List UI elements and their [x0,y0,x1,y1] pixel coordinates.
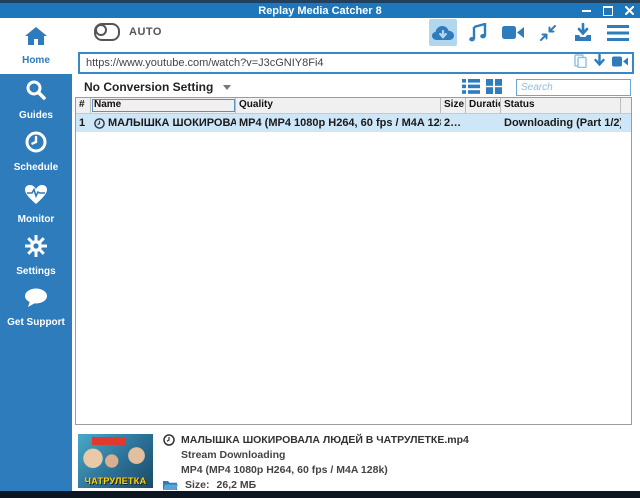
sidebar-item-settings[interactable]: Settings [0,230,72,282]
title-bar: Replay Media Catcher 8 [0,3,640,18]
grid-view-icon[interactable] [486,79,502,99]
paste-icon[interactable] [574,53,587,73]
clock-icon [163,433,175,446]
shrink-icon[interactable] [534,19,562,46]
sidebar-item-schedule[interactable]: Schedule [0,126,72,178]
sidebar-item-home[interactable]: Home [0,18,72,74]
table-row[interactable]: 1 МАЛЫШКА ШОКИРОВА… MP4 (MP4 1080p H264,… [76,114,631,132]
menu-icon[interactable] [604,19,632,46]
download-device-icon[interactable] [569,19,597,46]
conversion-setting-dropdown[interactable]: No Conversion Setting [84,80,232,94]
sidebar-item-label: Get Support [7,317,65,328]
window-title: Replay Media Catcher 8 [258,4,382,17]
window-frame-bottom [0,491,640,498]
gear-icon [25,235,47,262]
maximize-icon[interactable] [603,5,613,16]
column-header-status[interactable]: Status [501,98,621,113]
table-header: # Name Quality Size Duration Status [76,98,631,114]
column-header-num[interactable]: # [76,98,91,113]
video-camera-icon[interactable] [612,54,628,72]
clock-icon [94,117,105,129]
cloud-download-icon[interactable] [429,19,457,46]
folder-icon[interactable] [163,479,178,491]
row-status: Downloading (Part 1/2) [504,117,621,129]
sidebar-item-label: Schedule [13,162,59,173]
sidebar-item-monitor[interactable]: Monitor [0,178,72,230]
row-number: 1 [79,117,86,129]
sidebar: Home Guides Schedule Monitor Settings Ge… [0,18,72,491]
details-status: Stream Downloading [181,448,286,461]
minimize-icon[interactable] [582,9,591,12]
url-bar [78,52,634,74]
sidebar-item-get-support[interactable]: Get Support [0,282,72,334]
music-icon[interactable] [464,19,492,46]
close-icon[interactable] [625,6,634,15]
search-input[interactable] [517,82,640,93]
column-header-size[interactable]: Size [441,98,466,113]
chevron-down-icon [223,84,232,90]
search-box [516,79,640,96]
row-name: МАЛЫШКА ШОКИРОВА… [108,117,236,129]
video-camera-icon[interactable] [499,19,527,46]
sidebar-item-label: Home [22,55,50,66]
video-thumbnail[interactable]: ЧАТРУЛЕТКА [78,434,153,488]
home-icon [24,26,48,51]
sidebar-item-guides[interactable]: Guides [0,74,72,126]
row-quality: MP4 (MP4 1080p H264, 60 fps / M4A 128k) [239,117,441,129]
search-icon [25,79,47,106]
clock-icon [25,131,47,158]
details-format: MP4 (MP4 1080p H264, 60 fps / M4A 128k) [181,463,388,476]
downloads-table: # Name Quality Size Duration Status 1 МА… [75,97,632,425]
app-window: Replay Media Catcher 8 Home Guides Sched… [0,0,640,498]
details-filename: МАЛЫШКА ШОКИРОВАЛА ЛЮДЕЙ В ЧАТРУЛЕТКЕ.mp… [181,433,469,446]
sidebar-item-label: Settings [16,266,56,277]
thumbnail-caption: ЧАТРУЛЕТКА [84,476,147,486]
details-size-value: 26,2 МБ [216,478,257,491]
chat-bubble-icon [24,288,48,313]
list-view-icon[interactable] [462,79,480,99]
column-header-spacer [621,98,631,113]
row-size: 2… [444,117,462,129]
column-header-quality[interactable]: Quality [236,98,441,113]
download-arrow-icon[interactable] [593,53,606,73]
filter-bar: No Conversion Setting [78,78,640,99]
thumbnail-tag [92,437,126,445]
column-header-duration[interactable]: Duration [466,98,501,113]
url-input[interactable] [80,57,574,69]
auto-toggle[interactable] [94,23,120,41]
auto-label: AUTO [129,26,162,38]
heart-pulse-icon [24,184,48,210]
sidebar-item-label: Monitor [17,213,55,225]
row-name-cell: МАЛЫШКА ШОКИРОВА… [91,117,236,129]
details-panel: ЧАТРУЛЕТКА МАЛЫШКА ШОКИРОВАЛА ЛЮДЕЙ В ЧА… [72,428,640,491]
sidebar-item-label: Guides [19,110,53,121]
column-header-name[interactable]: Name [91,98,236,113]
details-size-label: Size: [185,478,210,491]
toolbar: AUTO [72,18,640,48]
conversion-setting-label: No Conversion Setting [84,80,214,94]
